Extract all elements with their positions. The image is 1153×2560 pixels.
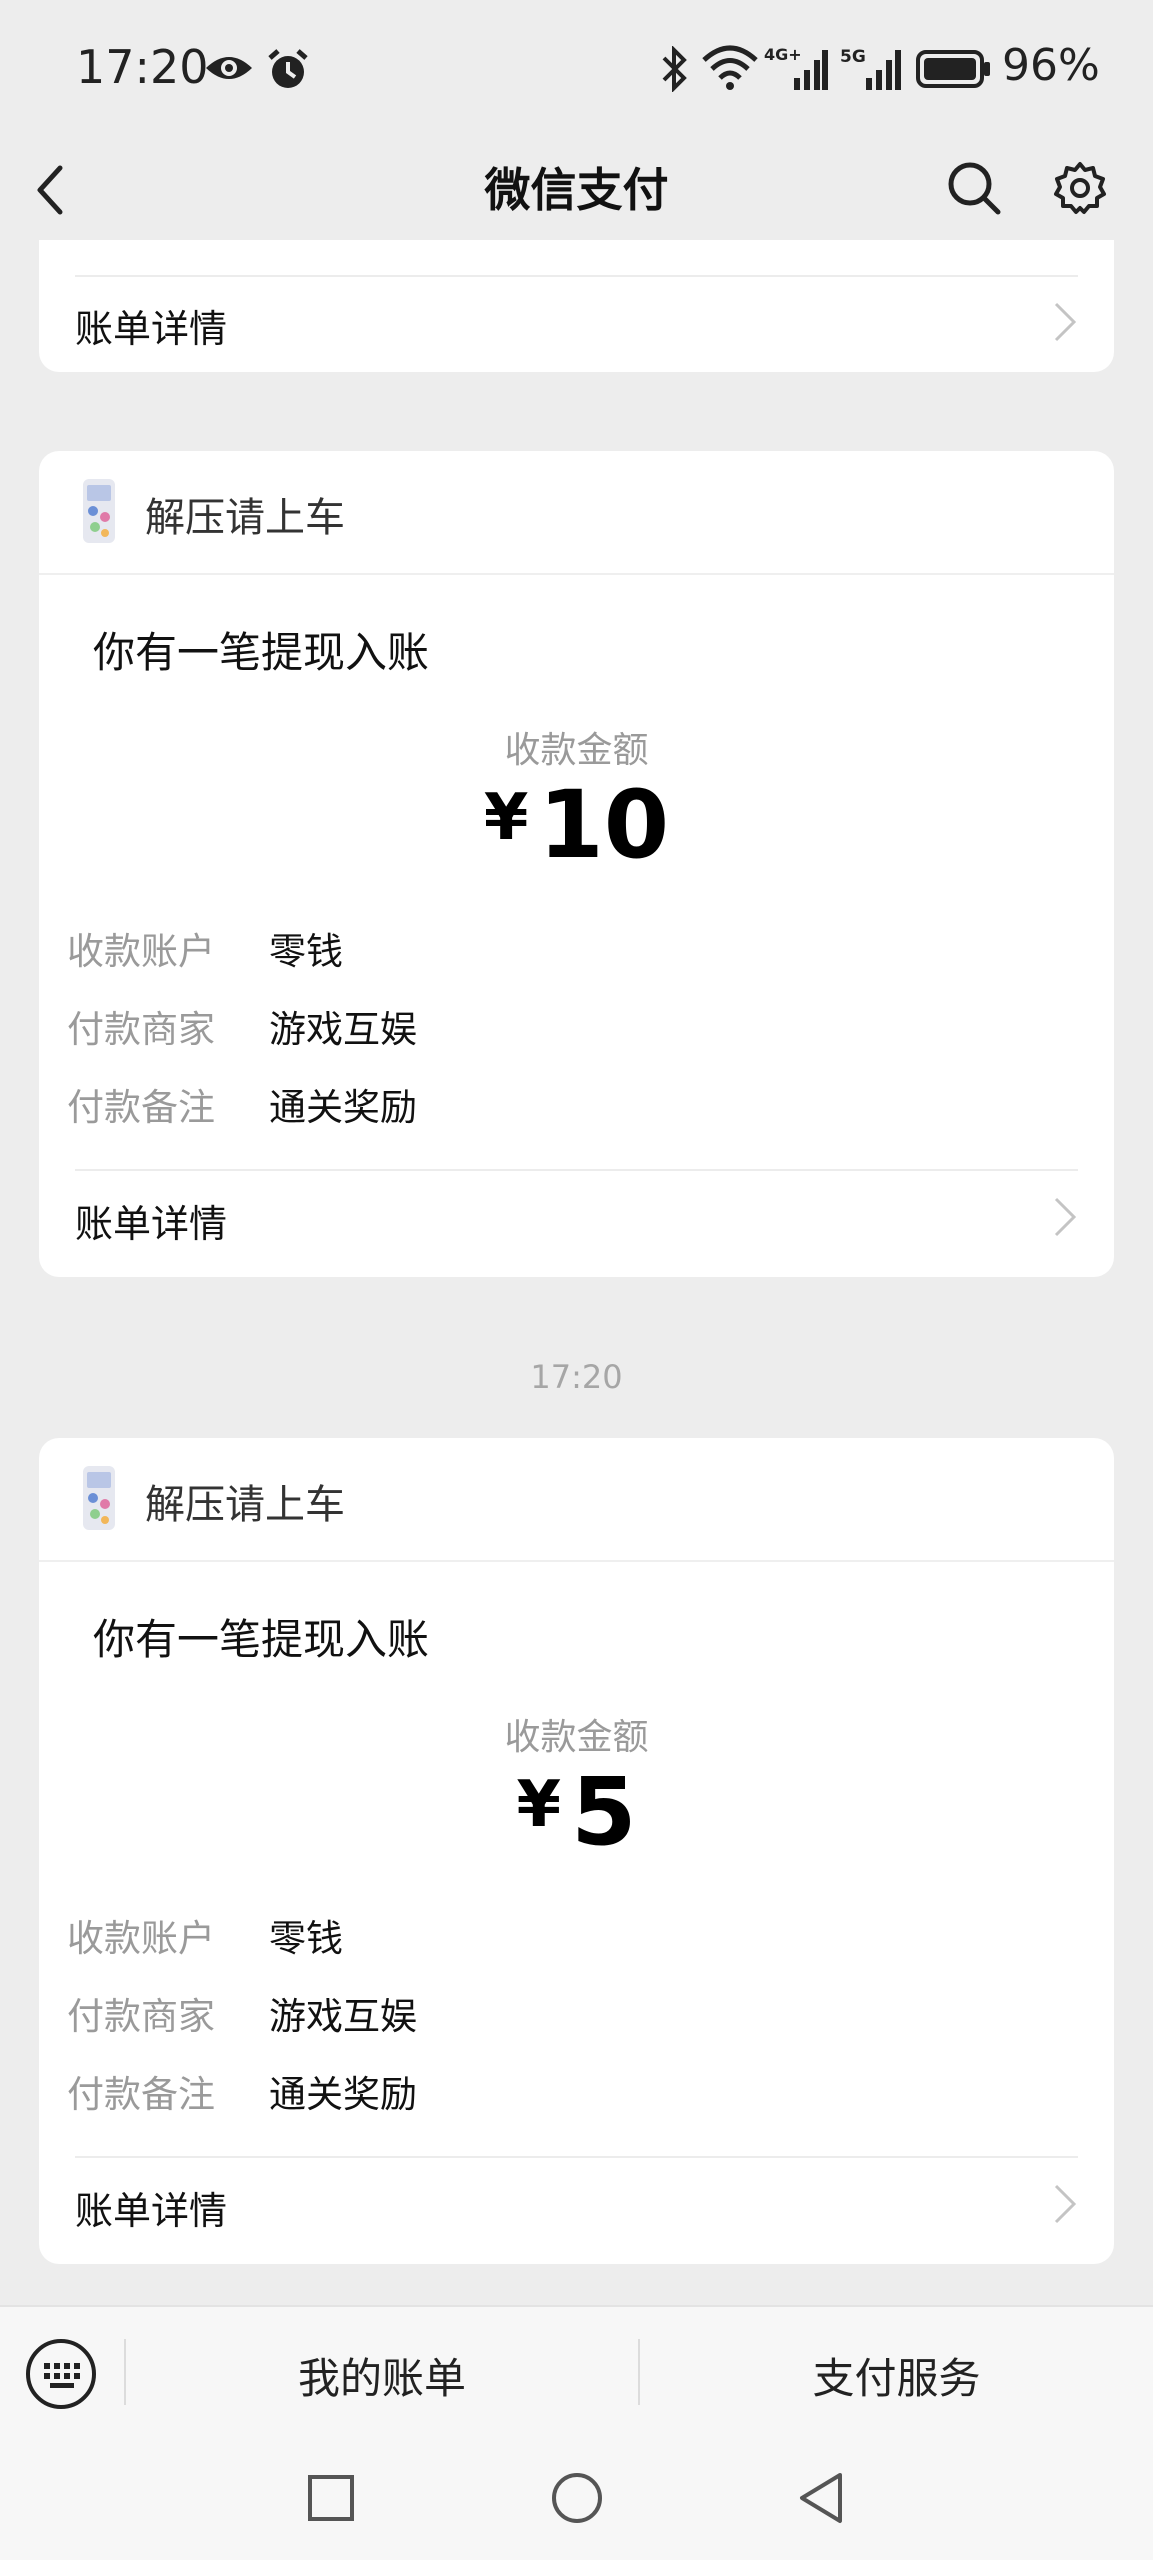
status-bar: 17:20 4G+ 5G 96% <box>0 0 1153 140</box>
merchant-header[interactable]: 解压请上车 <box>39 1438 1114 1562</box>
battery-icon <box>916 50 990 88</box>
detail-row-remark: 付款备注 通关奖励 <box>67 2064 417 2118</box>
detail-value: 零钱 <box>269 1917 343 1960</box>
detail-value: 游戏互娱 <box>269 1995 417 2038</box>
amount-value: ¥10 <box>39 771 1114 880</box>
chevron-right-icon <box>1054 2184 1077 2224</box>
divider <box>75 2156 1078 2158</box>
detail-key: 付款备注 <box>67 2073 215 2116</box>
message-list[interactable]: 账单详情 解压请上车 你有一笔提现入账 收款金额 ¥10 收款账户 零钱 付款商家… <box>0 240 1153 2305</box>
detail-key: 收款账户 <box>67 1917 215 1960</box>
detail-value: 游戏互娱 <box>269 1008 417 1051</box>
home-circle-icon[interactable] <box>550 2471 604 2525</box>
keyboard-icon[interactable] <box>24 2337 98 2411</box>
payment-card-1: 解压请上车 你有一笔提现入账 收款金额 ¥10 收款账户 零钱 付款商家 游戏互娱 … <box>39 451 1114 1277</box>
amount-label: 收款金额 <box>504 1717 649 1758</box>
bottom-menu-bar: 我的账单 支付服务 <box>0 2305 1153 2437</box>
detail-key: 收款账户 <box>67 930 215 973</box>
nav-bar: 微信支付 <box>0 140 1153 240</box>
payment-card-2: 解压请上车 你有一笔提现入账 收款金额 ¥5 收款账户 零钱 付款商家 游戏互娱 付… <box>39 1438 1114 2264</box>
back-triangle-icon[interactable] <box>796 2471 846 2525</box>
alarm-icon <box>268 49 308 88</box>
bill-details-link[interactable]: 账单详情 <box>75 2180 227 2235</box>
detail-key: 付款商家 <box>67 1995 215 2038</box>
detail-value: 通关奖励 <box>269 2073 417 2116</box>
4g-signal-icon: 4G+ <box>764 45 828 90</box>
amount-value: ¥5 <box>39 1758 1114 1867</box>
divider <box>75 275 1078 277</box>
pay-services-button[interactable]: 支付服务 <box>640 2345 1153 2406</box>
5g-signal-icon: 5G <box>840 47 901 90</box>
amount-number: 10 <box>538 771 670 880</box>
divider <box>75 1169 1078 1171</box>
message-title: 你有一笔提现入账 <box>93 628 430 677</box>
bluetooth-icon <box>662 46 687 92</box>
message-title: 你有一笔提现入账 <box>93 1615 430 1664</box>
detail-row-account: 收款账户 零钱 <box>67 921 343 975</box>
message-timestamp: 17:20 <box>530 1358 623 1396</box>
battery-percent: 96% <box>1002 40 1100 91</box>
merchant-name: 解压请上车 <box>145 495 345 541</box>
settings-gear-icon[interactable] <box>1052 160 1108 216</box>
bill-details-link[interactable]: 账单详情 <box>75 298 227 353</box>
detail-value: 通关奖励 <box>269 1086 417 1129</box>
amount-number: 5 <box>571 1758 637 1867</box>
chevron-right-icon <box>1054 1197 1077 1237</box>
search-icon[interactable] <box>946 160 1002 216</box>
svg-text:4G+: 4G+ <box>764 45 802 64</box>
detail-row-merchant: 付款商家 游戏互娱 <box>67 999 417 1053</box>
detail-value: 零钱 <box>269 930 343 973</box>
merchant-name: 解压请上车 <box>145 1482 345 1528</box>
currency-symbol: ¥ <box>516 1768 562 1842</box>
detail-key: 付款商家 <box>67 1008 215 1051</box>
eye-icon <box>206 57 252 79</box>
wifi-icon <box>702 45 758 90</box>
svg-text:5G: 5G <box>840 47 866 67</box>
merchant-avatar <box>83 479 115 543</box>
status-time: 17:20 <box>76 40 209 94</box>
my-bills-button[interactable]: 我的账单 <box>126 2345 638 2406</box>
detail-key: 付款备注 <box>67 1086 215 1129</box>
bill-details-link[interactable]: 账单详情 <box>75 1193 227 1248</box>
amount-label: 收款金额 <box>504 730 649 771</box>
merchant-header[interactable]: 解压请上车 <box>39 451 1114 575</box>
detail-row-merchant: 付款商家 游戏互娱 <box>67 1986 417 2040</box>
merchant-avatar <box>83 1466 115 1530</box>
detail-row-account: 收款账户 零钱 <box>67 1908 343 1962</box>
detail-row-remark: 付款备注 通关奖励 <box>67 1077 417 1131</box>
system-nav-bar <box>0 2435 1153 2560</box>
currency-symbol: ¥ <box>483 781 529 855</box>
chevron-right-icon <box>1054 302 1077 342</box>
partial-card: 账单详情 <box>39 240 1114 372</box>
recents-square-icon[interactable] <box>306 2473 356 2523</box>
